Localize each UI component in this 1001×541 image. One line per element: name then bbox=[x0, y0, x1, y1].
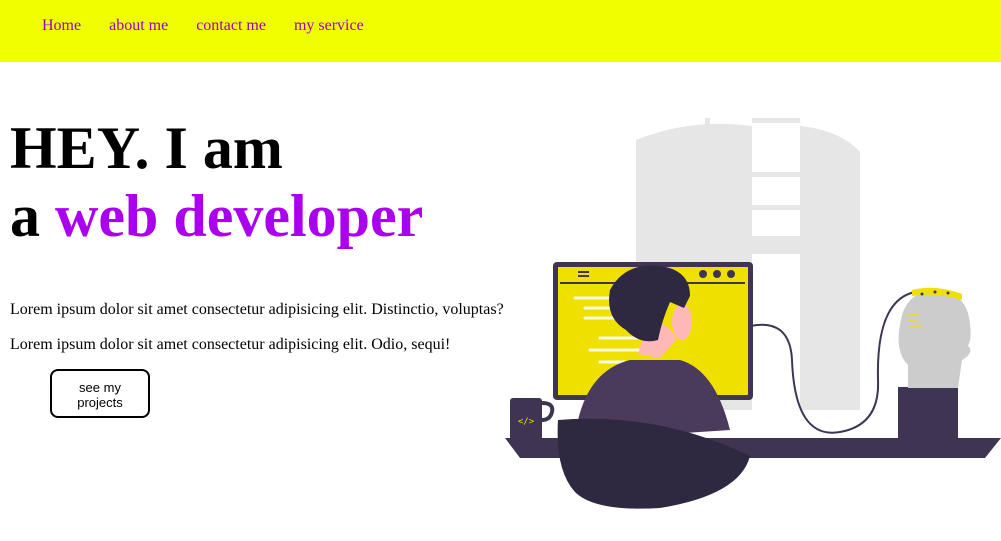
developer-illustration: </> bbox=[505, 118, 1001, 509]
hero-paragraph-2: Lorem ipsum dolor sit amet consectetur a… bbox=[10, 336, 451, 353]
nav-link-home[interactable]: Home bbox=[42, 17, 81, 35]
nav-links: Home about me contact me my service bbox=[42, 17, 364, 35]
nav-link-about-me[interactable]: about me bbox=[109, 17, 168, 35]
navbar: Home about me contact me my service bbox=[0, 0, 1001, 62]
hero-title-line1: HEY. I am bbox=[10, 115, 283, 181]
hero-title-accent: web developer bbox=[55, 183, 424, 249]
nav-link-my-service[interactable]: my service bbox=[294, 17, 364, 35]
coffee-mug: </> bbox=[510, 398, 555, 440]
office-chair bbox=[557, 418, 750, 509]
svg-text:</>: </> bbox=[518, 417, 535, 427]
see-my-projects-button[interactable]: see my projects bbox=[50, 369, 150, 418]
nav-link-contact-me[interactable]: contact me bbox=[196, 17, 266, 35]
hero-title: HEY. I am a web developer bbox=[10, 114, 423, 250]
hero-paragraph-1: Lorem ipsum dolor sit amet consectetur a… bbox=[10, 301, 504, 318]
head-bust bbox=[898, 287, 971, 439]
hero-title-prefix: a bbox=[10, 183, 40, 249]
